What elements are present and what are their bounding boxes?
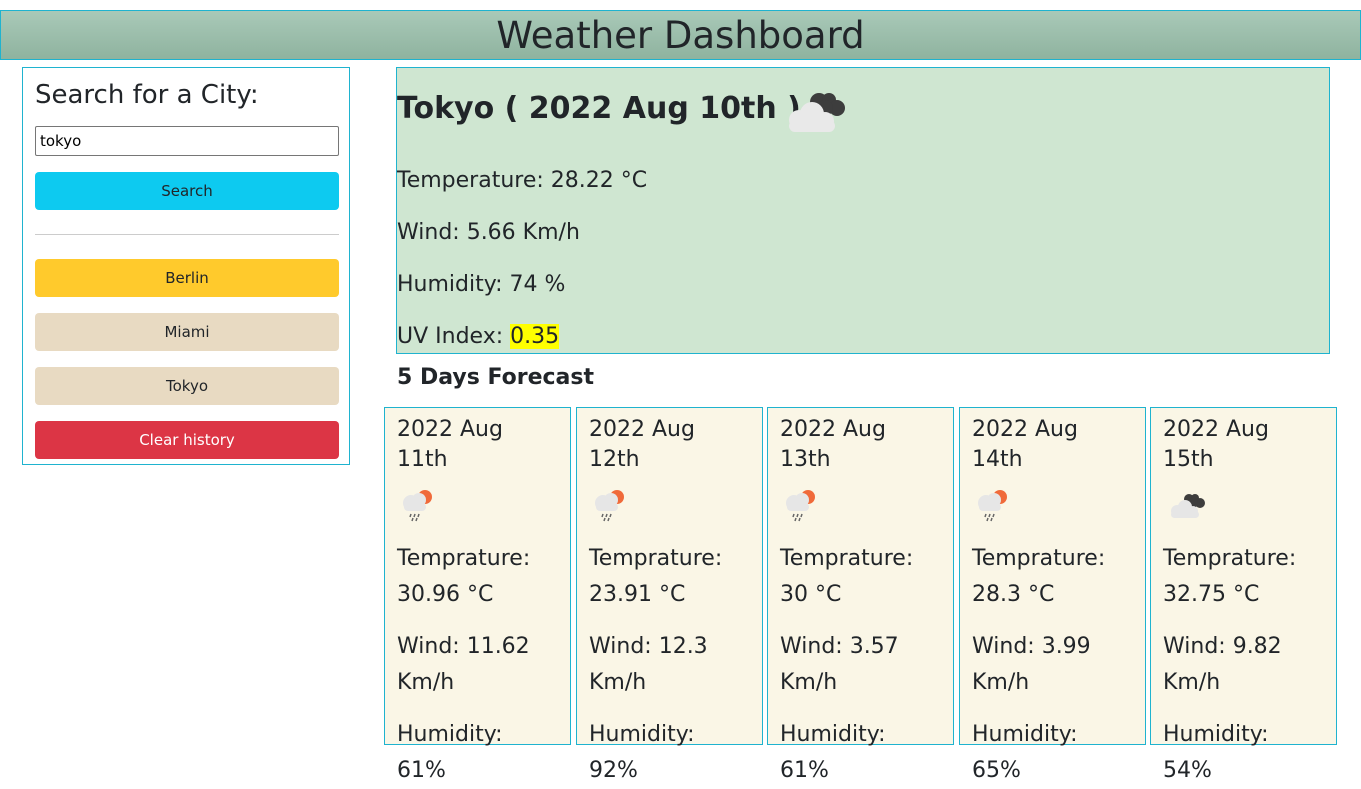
- current-uv-index: UV Index: 0.35: [397, 323, 560, 351]
- uv-label: UV Index:: [397, 324, 511, 349]
- forecast-wind: Wind: 3.57 Km/h: [780, 634, 899, 695]
- forecast-wind: Wind: 12.3 Km/h: [589, 634, 708, 695]
- rain-icon: [972, 485, 1133, 541]
- forecast-card: 2022 Aug 11th Temprature: 30.96 °C Wind:…: [384, 407, 571, 783]
- current-temperature: Temperature: 28.22 °C: [397, 168, 648, 193]
- rain-icon: [397, 485, 558, 541]
- current-wind: Wind: 5.66 Km/h: [397, 220, 580, 245]
- app-header: Weather Dashboard: [0, 10, 1361, 60]
- forecast-humidity: Humidity: 65%: [972, 722, 1078, 783]
- forecast-humidity: Humidity: 61%: [780, 722, 886, 783]
- history-button-miami[interactable]: Miami: [35, 313, 339, 351]
- forecast-date: 2022 Aug 15th: [1163, 417, 1269, 472]
- rain-icon: [589, 485, 750, 541]
- forecast-card: 2022 Aug 14th Temprature: 28.3 °C Wind: …: [959, 407, 1146, 783]
- clear-history-button[interactable]: Clear history: [35, 421, 339, 459]
- forecast-humidity: Humidity: 61%: [397, 722, 503, 783]
- divider: [35, 234, 339, 235]
- forecast-date: 2022 Aug 14th: [972, 417, 1078, 472]
- uv-value: 0.35: [510, 324, 560, 349]
- history-button-berlin[interactable]: Berlin: [35, 259, 339, 297]
- forecast-wind: Wind: 3.99 Km/h: [972, 634, 1091, 695]
- forecast-title: 5 Days Forecast: [397, 365, 595, 390]
- forecast-temperature: Temprature: 32.75 °C: [1163, 546, 1297, 607]
- forecast-date: 2022 Aug 11th: [397, 417, 503, 472]
- forecast-card: 2022 Aug 13th Temprature: 30 °C Wind: 3.…: [767, 407, 954, 783]
- forecast-temperature: Temprature: 23.91 °C: [589, 546, 723, 607]
- search-button[interactable]: Search: [35, 172, 339, 210]
- forecast-date: 2022 Aug 13th: [780, 417, 886, 472]
- current-city-title: Tokyo ( 2022 Aug 10th ): [397, 91, 801, 126]
- forecast-card: 2022 Aug 15th Temprature: 32.75 °C Wind:…: [1150, 407, 1337, 783]
- search-panel: Search for a City: Search Berlin Miami T…: [22, 67, 350, 465]
- forecast-card: 2022 Aug 12th Temprature: 23.91 °C Wind:…: [576, 407, 763, 783]
- forecast-temperature: Temprature: 28.3 °C: [972, 546, 1106, 607]
- page-title: Weather Dashboard: [496, 14, 865, 57]
- forecast-wind: Wind: 11.62 Km/h: [397, 634, 530, 695]
- forecast-humidity: Humidity: 54%: [1163, 722, 1269, 783]
- broken-clouds-icon: [1163, 485, 1324, 541]
- rain-icon: [780, 485, 941, 541]
- forecast-wind: Wind: 9.82 Km/h: [1163, 634, 1282, 695]
- current-humidity: Humidity: 74 %: [397, 272, 566, 297]
- forecast-temperature: Temprature: 30.96 °C: [397, 546, 531, 607]
- history-button-tokyo[interactable]: Tokyo: [35, 367, 339, 405]
- forecast-humidity: Humidity: 92%: [589, 722, 695, 783]
- forecast-temperature: Temprature: 30 °C: [780, 546, 914, 607]
- current-weather-card: Tokyo ( 2022 Aug 10th ) Temperature: 28.…: [396, 67, 1330, 354]
- forecast-date: 2022 Aug 12th: [589, 417, 695, 472]
- city-search-input[interactable]: [35, 126, 339, 156]
- search-heading: Search for a City:: [35, 80, 259, 110]
- broken-clouds-icon: [779, 86, 849, 140]
